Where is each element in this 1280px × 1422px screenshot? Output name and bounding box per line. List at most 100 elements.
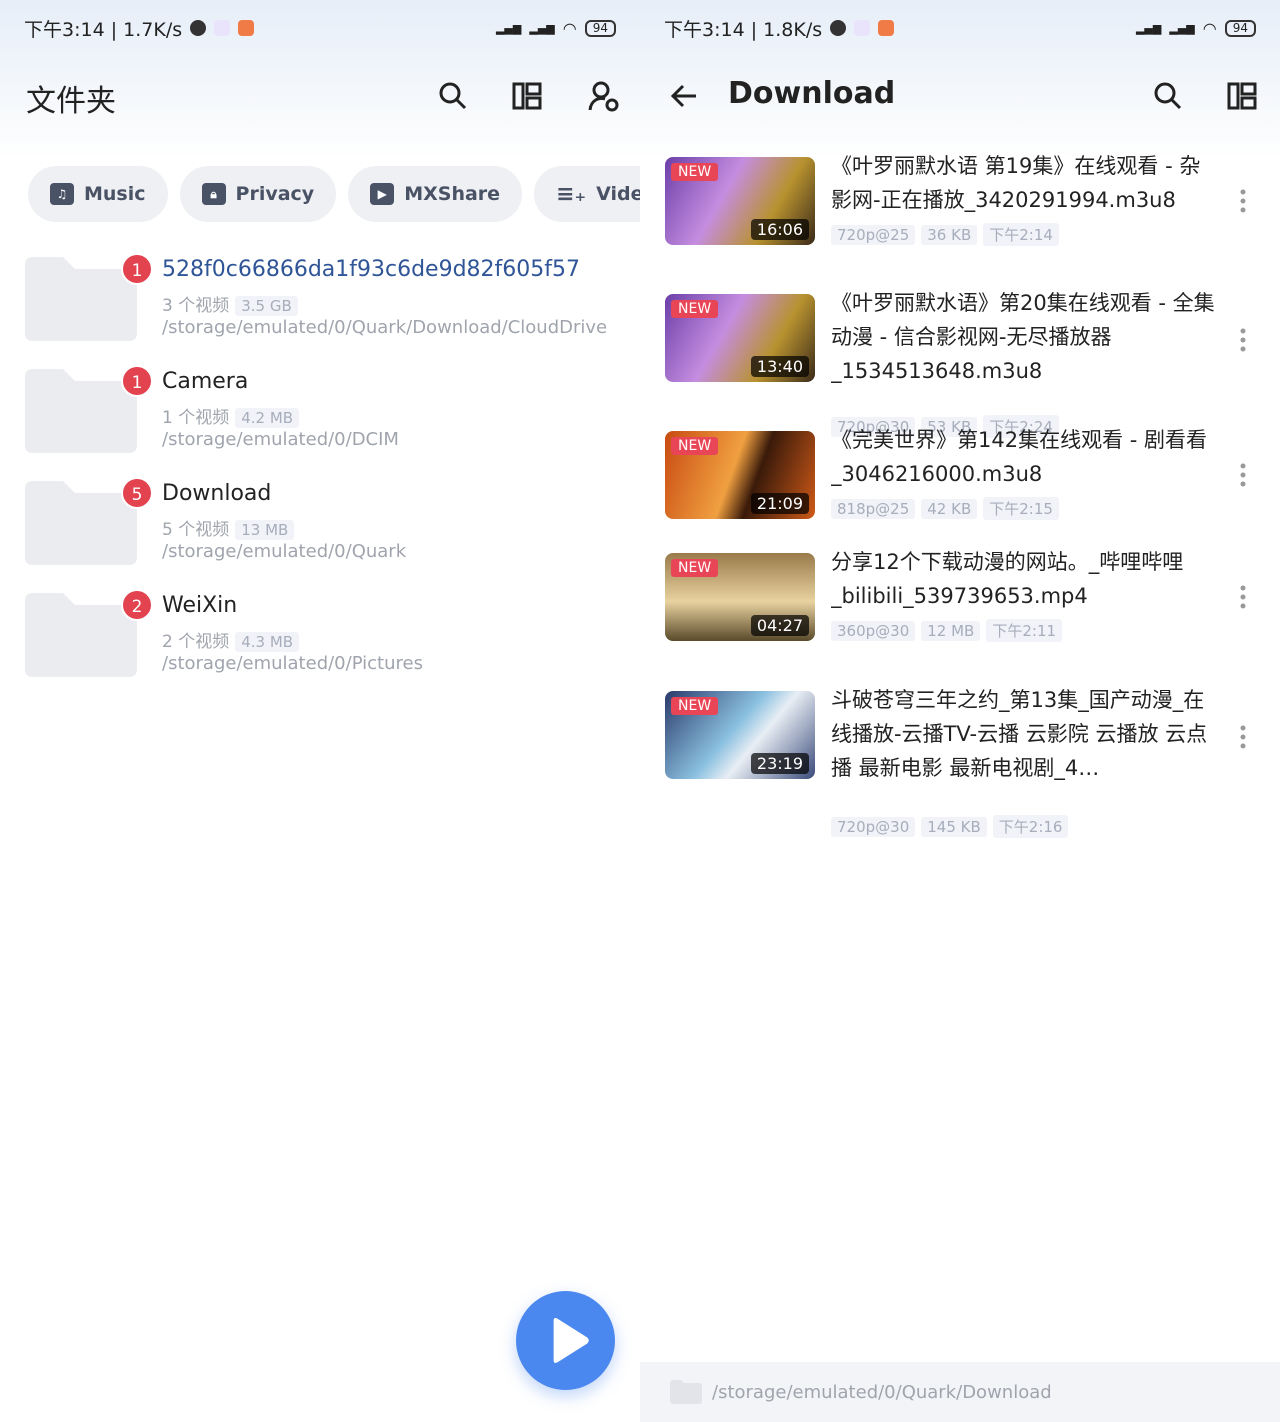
video-item[interactable]: NEW 13:40 《叶罗丽默水语》第20集在线观看 - 全集动漫 - 信合影视…	[665, 291, 1265, 438]
folder-icon	[670, 1380, 702, 1404]
folder-size: 4.3 MB	[235, 632, 300, 652]
battery-icon: 94	[1224, 19, 1256, 37]
folder-row[interactable]: 1 Camera 1 个视频 4.2 MB /storage/emulated/0…	[25, 365, 625, 459]
video-title: 《完美世界》第142集在线观看 - 剧看看_3046216000.m3u8	[831, 428, 1208, 486]
video-duration: 16:06	[750, 219, 809, 240]
folder-size: 13 MB	[235, 520, 295, 540]
video-size: 145 KB	[921, 817, 987, 837]
status-time: 下午3:14 | 1.7K/s	[24, 18, 183, 41]
folder-path: /storage/emulated/0/DCIM	[162, 429, 399, 450]
video-duration: 04:27	[750, 615, 809, 636]
video-thumbnail[interactable]: NEW 21:09	[665, 431, 815, 519]
back-arrow-icon[interactable]	[668, 80, 700, 112]
folder-path: /storage/emulated/0/Pictures	[162, 653, 423, 674]
folder-path: /storage/emulated/0/Quark	[162, 541, 407, 562]
status-time: 下午3:14 | 1.8K/s	[664, 18, 823, 41]
video-meta: 720p@25 36 KB 下午2:14	[825, 223, 1059, 246]
folder-name: Camera	[162, 369, 249, 394]
video-count: 3 个视频	[162, 296, 230, 316]
shop-app-icon	[238, 20, 255, 36]
new-badge: NEW	[671, 437, 719, 455]
more-options-icon[interactable]	[1240, 328, 1246, 352]
video-size: 12 MB	[921, 621, 981, 641]
folder-size: 4.2 MB	[235, 408, 300, 428]
video-app-icon	[214, 20, 231, 36]
status-bar: 下午3:14 | 1.7K/s ▂▄▆ ▂▄▆ ◠ 94	[24, 12, 616, 44]
more-options-icon[interactable]	[1240, 463, 1246, 487]
video-count: 1 个视频	[162, 408, 230, 428]
chip-video-playlist[interactable]: ≡₊Video l	[534, 166, 640, 222]
layout-icon[interactable]	[511, 80, 543, 112]
page-title: 文件夹	[26, 84, 116, 119]
video-meta: 360p@30 12 MB 下午2:11	[825, 619, 1063, 642]
user-settings-icon[interactable]	[587, 80, 619, 112]
count-badge: 1	[121, 365, 153, 397]
signal-icon: ▂▄▆	[1169, 21, 1195, 35]
wifi-icon: ◠	[1202, 18, 1217, 38]
video-duration: 13:40	[750, 356, 809, 377]
current-path: /storage/emulated/0/Quark/Download	[712, 1381, 1052, 1403]
video-time: 下午2:11	[986, 619, 1063, 642]
battery-icon: 94	[584, 19, 616, 37]
video-count: 5 个视频	[162, 520, 230, 540]
video-item[interactable]: NEW 16:06 《叶罗丽默水语 第19集》在线观看 - 杂影网-正在播放_3…	[665, 154, 1265, 257]
quick-chips: ♫Music 🔒︎Privacy ▶MXShare ≡₊Video l	[28, 166, 640, 222]
video-title: 《叶罗丽默水语 第19集》在线观看 - 杂影网-正在播放_3420291994.…	[831, 154, 1201, 212]
current-path-bar: /storage/emulated/0/Quark/Download	[640, 1362, 1280, 1422]
video-count: 2 个视频	[162, 632, 230, 652]
folder-meta: 5 个视频 13 MB	[162, 515, 295, 540]
new-badge: NEW	[671, 163, 719, 181]
chip-privacy[interactable]: 🔒︎ Privacy	[179, 166, 337, 222]
qq-icon	[190, 20, 207, 36]
more-options-icon[interactable]	[1240, 585, 1246, 609]
search-icon[interactable]	[437, 80, 469, 112]
folder-row[interactable]: 2 WeiXin 2 个视频 4.3 MB /storage/emulated/0…	[25, 589, 625, 683]
video-time: 下午2:16	[992, 815, 1069, 838]
shop-app-icon	[878, 20, 895, 36]
video-title: 分享12个下载动漫的网站。_哔哩哔哩_bilibili_539739653.mp…	[831, 550, 1184, 608]
new-badge: NEW	[671, 559, 719, 577]
video-thumbnail[interactable]: NEW 04:27	[665, 553, 815, 641]
folders-screen: 下午3:14 | 1.7K/s ▂▄▆ ▂▄▆ ◠ 94 文件夹 ♫ Music 🔒︎ P…	[0, 0, 640, 1422]
count-badge: 1	[121, 253, 153, 285]
play-fab-button[interactable]	[516, 1291, 615, 1390]
layout-icon[interactable]	[1226, 80, 1258, 112]
new-badge: NEW	[671, 697, 719, 715]
video-item[interactable]: NEW 04:27 分享12个下载动漫的网站。_哔哩哔哩_bilibili_53…	[665, 550, 1265, 653]
chip-music[interactable]: ♫ Music	[28, 166, 168, 222]
share-icon: ▶	[370, 183, 395, 205]
video-title: 斗破苍穹三年之约_第13集_国产动漫_在线播放-云播TV-云播 云影院 云播放 …	[831, 688, 1208, 780]
folder-size: 3.5 GB	[235, 296, 298, 316]
video-time: 下午2:14	[983, 223, 1059, 246]
wifi-icon: ◠	[562, 18, 577, 38]
folder-name: Download	[162, 481, 272, 506]
video-meta: 720p@30 145 KB 下午2:16	[825, 815, 1069, 838]
qq-icon	[830, 20, 847, 36]
more-options-icon[interactable]	[1240, 725, 1246, 749]
video-item[interactable]: NEW 23:19 斗破苍穹三年之约_第13集_国产动漫_在线播放-云播TV-云…	[665, 688, 1265, 838]
chip-mxshare[interactable]: ▶ MXShare	[348, 166, 523, 222]
more-options-icon[interactable]	[1240, 189, 1246, 213]
video-thumbnail[interactable]: NEW 13:40	[665, 294, 815, 382]
video-resolution: 720p@25	[831, 225, 916, 245]
folder-path: /storage/emulated/0/Quark/Download/Cloud…	[162, 317, 608, 338]
video-duration: 21:09	[750, 493, 809, 514]
folder-row[interactable]: 5 Download 5 个视频 13 MB /storage/emulated/…	[25, 477, 625, 571]
download-folder-screen: 下午3:14 | 1.8K/s ▂▄▆ ▂▄▆ ◠ 94 Download NEW 1…	[640, 0, 1280, 1422]
video-size: 42 KB	[921, 499, 978, 519]
folder-name: 528f0c66866da1f93c6de9d82f605f57	[162, 257, 581, 282]
video-thumbnail[interactable]: NEW 16:06	[665, 157, 815, 245]
count-badge: 2	[121, 589, 153, 621]
video-thumbnail[interactable]: NEW 23:19	[665, 691, 815, 779]
video-title: 《叶罗丽默水语》第20集在线观看 - 全集动漫 - 信合影视网-无尽播放器_15…	[831, 291, 1215, 383]
video-size: 36 KB	[921, 225, 978, 245]
video-resolution: 720p@30	[831, 817, 916, 837]
folder-row[interactable]: 1 528f0c66866da1f93c6de9d82f605f57 3 个视频…	[25, 253, 625, 347]
signal-icon: ▂▄▆	[1135, 21, 1162, 35]
folder-name: WeiXin	[162, 593, 238, 618]
status-bar: 下午3:14 | 1.8K/s ▂▄▆ ▂▄▆ ◠ 94	[664, 12, 1256, 44]
music-folder-icon: ♫	[50, 183, 74, 205]
signal-icon: ▂▄▆	[495, 21, 522, 35]
video-item[interactable]: NEW 21:09 《完美世界》第142集在线观看 - 剧看看_30462160…	[665, 428, 1265, 531]
search-icon[interactable]	[1152, 80, 1184, 112]
